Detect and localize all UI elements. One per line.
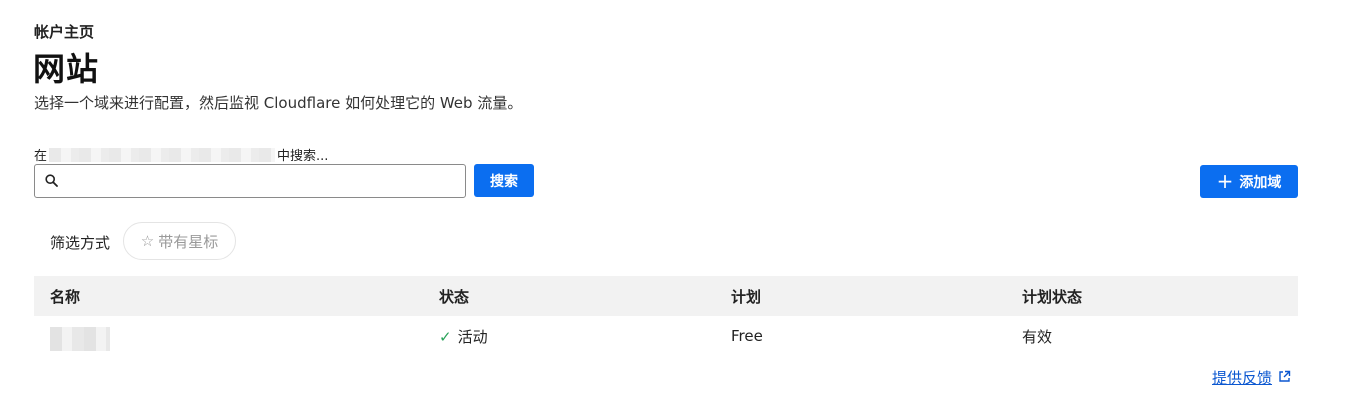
search-label-prefix: 在 (34, 149, 48, 164)
search-label-suffix: 中搜索... (277, 149, 329, 164)
feedback-link[interactable]: 提供反馈 (1212, 367, 1291, 388)
page-title: 网站 (33, 50, 100, 88)
column-header-plan[interactable]: 计划 (731, 286, 761, 307)
domain-name-redacted[interactable] (50, 317, 110, 355)
search-field[interactable] (34, 164, 466, 198)
add-domain-button[interactable]: + 添加域 (1200, 165, 1298, 198)
feedback-label: 提供反馈 (1212, 369, 1273, 387)
status-text: 活动 (457, 327, 488, 346)
search-icon (45, 172, 58, 191)
search-button[interactable]: 搜索 (474, 164, 534, 197)
table-header: 名称 状态 计划 计划状态 (34, 276, 1298, 316)
star-icon: ☆ (140, 232, 155, 250)
status-cell: ✓ 活动 (439, 326, 488, 347)
search-input[interactable] (64, 165, 465, 197)
starred-filter-label: 带有星标 (158, 232, 219, 251)
redacted-account-name (49, 147, 276, 162)
page-description: 选择一个域来进行配置，然后监视 Cloudflare 如何处理它的 Web 流量… (34, 94, 523, 112)
filter-label: 筛选方式 (50, 234, 111, 252)
external-link-icon (1278, 369, 1291, 387)
column-header-plan-status[interactable]: 计划状态 (1022, 286, 1082, 307)
plan-status-cell: 有效 (1022, 327, 1053, 346)
plan-cell: Free (731, 327, 763, 345)
table-row[interactable]: ✓ 活动 Free 有效 (34, 316, 1298, 356)
add-domain-label: 添加域 (1239, 174, 1282, 191)
websites-page: 帐户主页 网站 选择一个域来进行配置，然后监视 Cloudflare 如何处理它… (0, 0, 1347, 417)
column-header-status[interactable]: 状态 (439, 286, 469, 307)
breadcrumb[interactable]: 帐户主页 (34, 21, 94, 42)
plus-icon: + (1216, 168, 1234, 193)
column-header-name[interactable]: 名称 (50, 286, 80, 307)
starred-filter-chip[interactable]: ☆ 带有星标 (123, 222, 236, 260)
domains-table: 名称 状态 计划 计划状态 ✓ 活动 Free 有效 (34, 276, 1298, 356)
search-label: 在 中搜索... (34, 145, 328, 164)
check-icon: ✓ (439, 327, 452, 346)
